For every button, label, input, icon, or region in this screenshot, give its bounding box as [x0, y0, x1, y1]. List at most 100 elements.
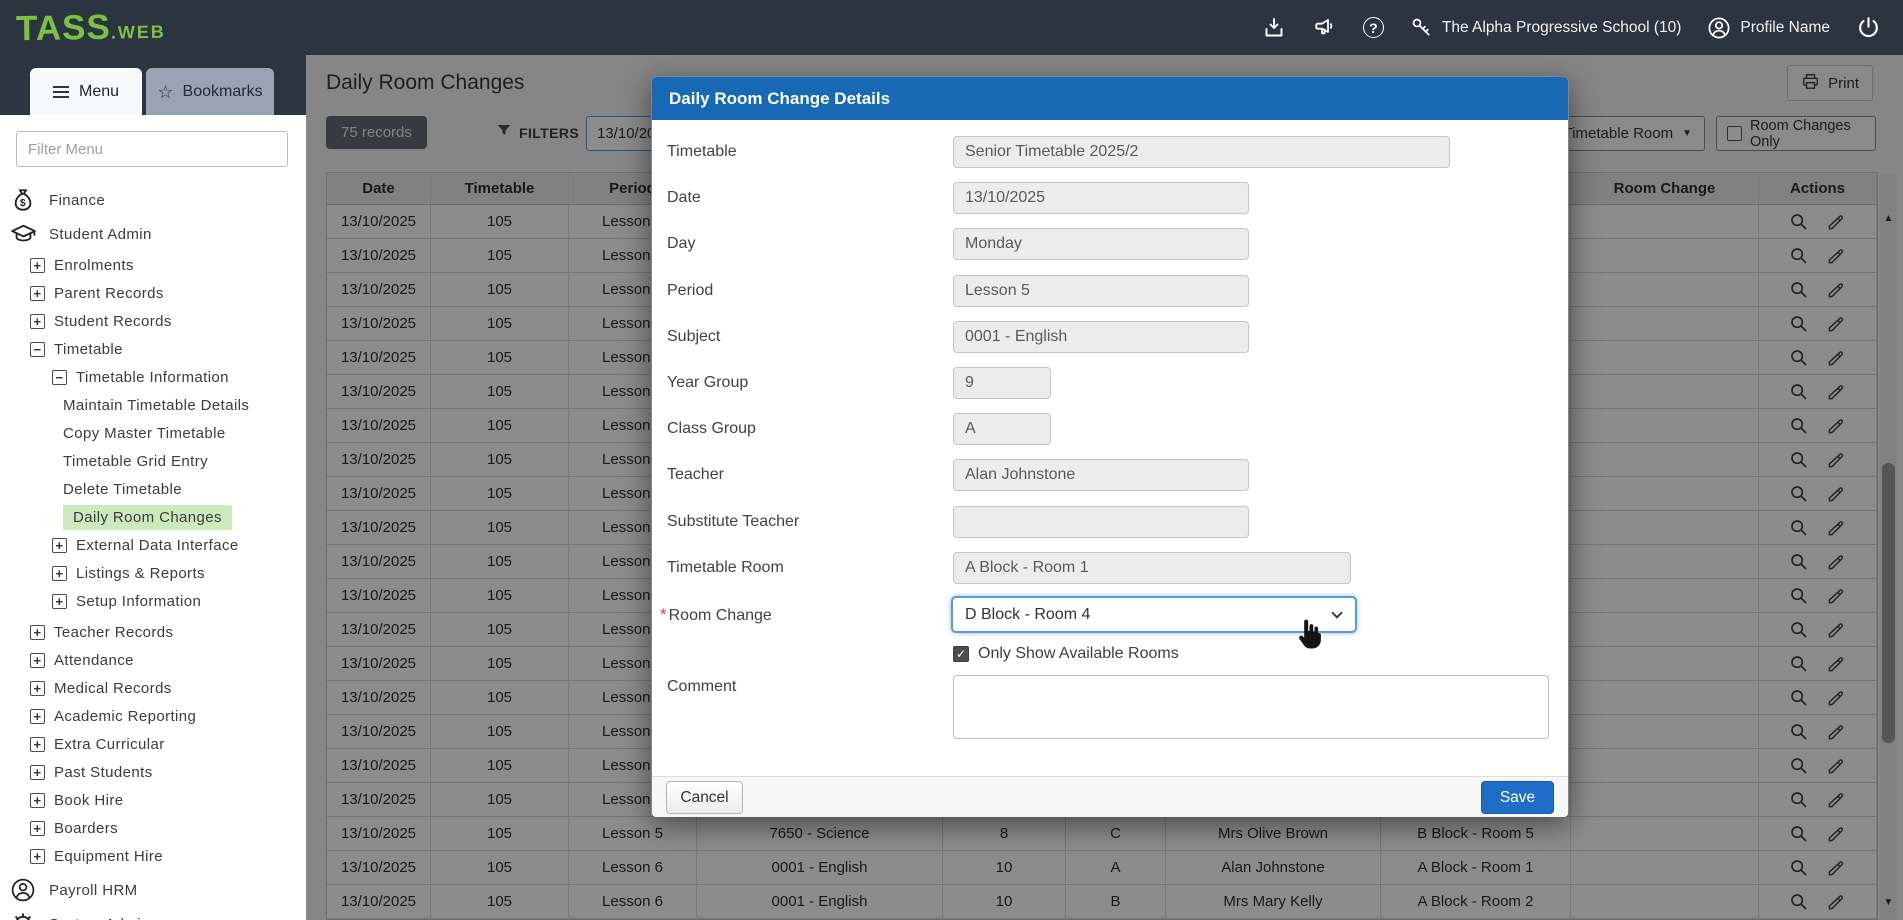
logo-text-suffix: .WEB: [111, 21, 166, 43]
modal-header: Daily Room Change Details: [652, 77, 1568, 120]
cancel-button[interactable]: Cancel: [666, 781, 743, 814]
tab-bookmarks[interactable]: ☆ Bookmarks: [146, 68, 274, 115]
sidebar-item-enrolments[interactable]: + Enrolments: [0, 251, 306, 279]
checkbox-checked-icon: ✓: [953, 646, 969, 662]
expand-icon[interactable]: +: [30, 625, 45, 640]
sidebar-item-setup-information[interactable]: +Setup Information: [0, 587, 306, 615]
field-label-subject: Subject: [667, 321, 720, 353]
sidebar-item-payroll-hrm[interactable]: Payroll HRM: [0, 873, 306, 907]
expand-icon[interactable]: +: [30, 653, 45, 668]
sidebar-item-copy-master-timetable[interactable]: Copy Master Timetable: [0, 419, 306, 447]
sidebar-panel: $FinanceStudent Admin + Enrolments + Parent …: [0, 115, 306, 920]
logout-power-icon[interactable]: [1856, 15, 1881, 40]
sidebar-item-label: Timetable Information: [76, 369, 229, 386]
field-label-teacher: Teacher: [667, 459, 724, 491]
expand-icon[interactable]: +: [30, 849, 45, 864]
tab-bookmarks-label: Bookmarks: [183, 83, 263, 101]
only-show-available-rooms-checkbox[interactable]: ✓ Only Show Available Rooms: [953, 645, 1179, 663]
sidebar-item-label: Equipment Hire: [54, 848, 163, 865]
sidebar-item-teacher-records[interactable]: +Teacher Records: [0, 618, 306, 646]
sidebar-item-timetable-information[interactable]: −Timetable Information: [0, 363, 306, 391]
field-teacher-input: Alan Johnstone: [953, 459, 1249, 491]
field-label-class-group: Class Group: [667, 413, 756, 445]
field-timetable-input: Senior Timetable 2025/2: [953, 136, 1450, 168]
field-year-group-input: 9: [953, 367, 1051, 399]
sidebar-item-student-records[interactable]: + Student Records: [0, 307, 306, 335]
field-label-year-group: Year Group: [667, 367, 748, 399]
sidebar-item-medical-records[interactable]: +Medical Records: [0, 674, 306, 702]
sidebar-item-daily-room-changes[interactable]: Daily Room Changes: [0, 503, 306, 531]
expand-icon[interactable]: +: [30, 286, 45, 301]
expand-icon[interactable]: +: [52, 538, 67, 553]
sidebar-item-label: Delete Timetable: [63, 481, 182, 498]
school-name: The Alpha Progressive School (10): [1442, 19, 1682, 37]
sidebar-item-timetable-grid-entry[interactable]: Timetable Grid Entry: [0, 447, 306, 475]
sidebar-item-past-students[interactable]: + Past Students: [0, 758, 306, 786]
expand-icon[interactable]: +: [30, 314, 45, 329]
sidebar-item-delete-timetable[interactable]: Delete Timetable: [0, 475, 306, 503]
expand-icon[interactable]: +: [30, 765, 45, 780]
save-button[interactable]: Save: [1481, 781, 1554, 814]
modal-title: Daily Room Change Details: [669, 89, 890, 109]
tab-menu[interactable]: Menu: [30, 68, 142, 115]
filter-menu-input[interactable]: [16, 131, 288, 167]
sidebar: Menu ☆ Bookmarks $FinanceStudent Admin+E…: [0, 55, 306, 920]
sidebar-tree: $FinanceStudent Admin + Enrolments + Parent …: [0, 183, 306, 920]
field-label-substitute-teacher: Substitute Teacher: [667, 506, 799, 538]
announcements-icon[interactable]: [1312, 16, 1337, 40]
sidebar-item-listings-reports[interactable]: +Listings & Reports: [0, 559, 306, 587]
sidebar-item-finance[interactable]: $Finance: [0, 183, 306, 217]
field-period-input: Lesson 5: [953, 275, 1249, 307]
sidebar-item-extra-curricular[interactable]: +Extra Curricular: [0, 730, 306, 758]
room-change-select[interactable]: D Block - Room 4: [951, 596, 1357, 633]
collapse-icon[interactable]: −: [30, 342, 45, 357]
sidebar-item-parent-records[interactable]: + Parent Records: [0, 279, 306, 307]
sidebar-item-student-admin[interactable]: Student Admin: [0, 217, 306, 251]
sidebar-item-label: Daily Room Changes: [63, 505, 232, 530]
expand-icon[interactable]: +: [52, 594, 67, 609]
expand-icon[interactable]: +: [30, 709, 45, 724]
sidebar-item-timetable[interactable]: −Timetable: [0, 335, 306, 363]
expand-icon[interactable]: +: [52, 566, 67, 581]
sidebar-item-book-hire[interactable]: +Book Hire: [0, 786, 306, 814]
comment-textarea[interactable]: [953, 675, 1549, 739]
expand-icon[interactable]: +: [30, 681, 45, 696]
help-icon[interactable]: ?: [1363, 17, 1384, 38]
expand-icon[interactable]: +: [30, 737, 45, 752]
sidebar-item-label: Enrolments: [54, 257, 134, 274]
sidebar-item-label: Past Students: [54, 764, 153, 781]
expand-icon[interactable]: +: [30, 821, 45, 836]
sidebar-item-label: Maintain Timetable Details: [63, 397, 249, 414]
required-asterisk: *: [660, 605, 667, 624]
sidebar-item-academic-reporting[interactable]: +Academic Reporting: [0, 702, 306, 730]
tass-web-logo[interactable]: TASS .WEB: [16, 6, 166, 49]
room-change-label: *Room Change: [660, 598, 772, 632]
sidebar-item-label: Boarders: [54, 820, 118, 837]
profile-name: Profile Name: [1740, 19, 1830, 37]
expand-icon[interactable]: +: [30, 258, 45, 273]
field-day-input: Monday: [953, 228, 1249, 260]
expand-icon[interactable]: +: [30, 793, 45, 808]
sidebar-item-label: Payroll HRM: [49, 882, 138, 899]
field-label-timetable-room: Timetable Room: [667, 552, 784, 584]
key-icon: [1410, 16, 1433, 39]
sidebar-item-label: Parent Records: [54, 285, 164, 302]
collapse-icon[interactable]: −: [52, 370, 67, 385]
sidebar-item-equipment-hire[interactable]: + Equipment Hire: [0, 842, 306, 870]
sidebar-item-boarders[interactable]: + Boarders: [0, 814, 306, 842]
app-root: TASS .WEB ? The Alpha Progressive School…: [0, 0, 1903, 920]
sidebar-item-external-data-interface[interactable]: +External Data Interface: [0, 531, 306, 559]
field-label-timetable: Timetable: [667, 136, 737, 168]
sidebar-item-label: Student Records: [54, 313, 172, 330]
sidebar-item-attendance[interactable]: +Attendance: [0, 646, 306, 674]
sidebar-item-label: Finance: [49, 192, 105, 209]
field-label-day: Day: [667, 228, 695, 260]
chevron-down-icon: [1331, 606, 1343, 624]
profile-icon: [1707, 16, 1731, 40]
school-selector[interactable]: The Alpha Progressive School (10): [1410, 16, 1682, 39]
download-icon[interactable]: [1262, 16, 1286, 40]
sidebar-item-system-admin[interactable]: System Admin: [0, 907, 306, 920]
logo-text-main: TASS: [16, 7, 111, 49]
profile-menu[interactable]: Profile Name: [1707, 16, 1830, 40]
sidebar-item-maintain-timetable-details[interactable]: Maintain Timetable Details: [0, 391, 306, 419]
